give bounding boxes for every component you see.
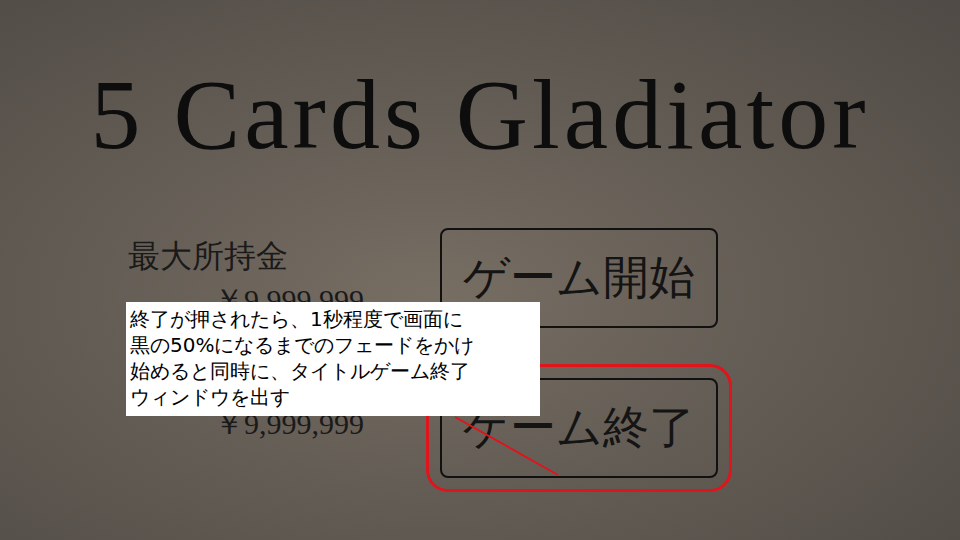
callout-line: 黒の50%になるまでのフェードをかけ: [130, 332, 536, 358]
callout-line: 始めると同時に、タイトルゲーム終了: [130, 358, 536, 384]
callout-line: 終了が押されたら、1秒程度で画面に: [130, 306, 536, 332]
annotation-callout: 終了が押されたら、1秒程度で画面に黒の50%になるまでのフェードをかけ始めると同…: [126, 302, 540, 416]
game-title: 5 Cards Gladiator: [0, 52, 960, 178]
title-screen: 5 Cards Gladiator最大所持金￥9,999,999￥9,999,9…: [0, 0, 960, 540]
callout-connector: [0, 0, 960, 540]
stat-heading: 最大所持金: [128, 236, 440, 276]
callout-line: ウィンドウを出す: [130, 384, 536, 410]
